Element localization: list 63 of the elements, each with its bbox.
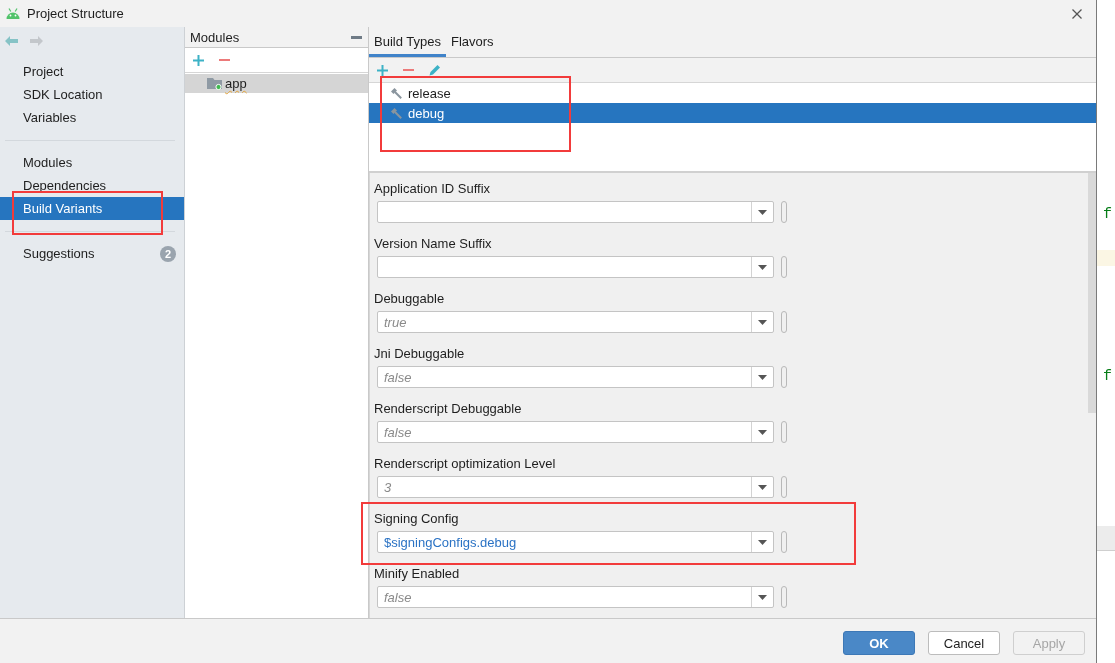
field-label: Renderscript Debuggable [374,400,522,417]
dropdown-field[interactable]: false [377,366,774,388]
code-text: f [1102,207,1113,223]
window-title: Project Structure [27,6,125,21]
caret-icon [758,264,767,270]
hammer-icon [390,87,402,99]
plus-icon[interactable] [377,64,388,76]
count-badge: 2 [160,245,176,262]
dropdown-field[interactable] [377,256,774,278]
sidebar-item[interactable]: Suggestions 2 [0,242,184,265]
back-arrow-icon[interactable] [5,36,18,46]
pill-icon[interactable] [781,421,787,443]
caret-icon [758,374,767,380]
list-item[interactable]: debug [369,103,1096,123]
pill-icon[interactable] [781,311,787,333]
pill-icon[interactable] [781,531,787,553]
dropdown-field[interactable] [377,201,774,223]
field-label: Jni Debuggable [374,345,465,362]
panel-title: Modules [190,29,240,45]
caret-icon [758,594,767,600]
tab[interactable]: Build Types [369,27,446,57]
caret-icon [758,319,767,325]
sidebar-item[interactable]: Project [0,60,184,83]
field-label: Minify Enabled [374,565,460,582]
caret-icon [758,209,767,215]
dropdown-field[interactable]: $signingConfigs.debug [377,531,774,553]
pill-icon[interactable] [781,366,787,388]
field-label: Version Name Suffix [374,235,492,252]
tab[interactable]: Flavors [445,27,499,57]
sidebar-item[interactable]: Dependencies [0,174,184,197]
dropdown-field[interactable]: false [377,421,774,443]
robot-icon [6,8,20,19]
field-label: Renderscript optimization Level [374,455,556,472]
caret-icon [758,429,767,435]
dropdown-field[interactable]: false [377,586,774,608]
field-label: Debuggable [374,290,445,307]
close-icon[interactable] [1072,8,1082,19]
list-item[interactable]: release [369,83,1096,103]
sidebar-item[interactable]: Build Variants [0,197,184,220]
pencil-icon[interactable] [429,64,441,76]
code-text: f [1102,369,1113,385]
field-label: Application ID Suffix [374,180,491,197]
hammer-icon [390,107,402,119]
line-highlight [1097,250,1115,266]
pill-icon[interactable] [781,476,787,498]
field-label: Signing Config [374,510,459,527]
sidebar-item[interactable]: SDK Location [0,83,184,106]
pill-icon[interactable] [781,586,787,608]
minus-icon[interactable] [351,35,362,39]
pill-icon[interactable] [781,256,787,278]
pill-icon[interactable] [781,201,787,223]
plus-icon[interactable] [193,54,204,66]
dialog-button[interactable]: OK [843,631,915,655]
folder-icon [207,77,222,90]
caret-icon [758,484,767,490]
dialog-button[interactable]: Cancel [928,631,1000,655]
dropdown-field[interactable]: 3 [377,476,774,498]
scrollbar-thumb[interactable] [1088,173,1096,413]
dropdown-field[interactable]: true [377,311,774,333]
caret-icon [758,539,767,545]
sidebar-item[interactable]: Variables [0,106,184,129]
sidebar-item[interactable]: Modules [0,151,184,174]
module-item[interactable]: app [185,74,368,93]
